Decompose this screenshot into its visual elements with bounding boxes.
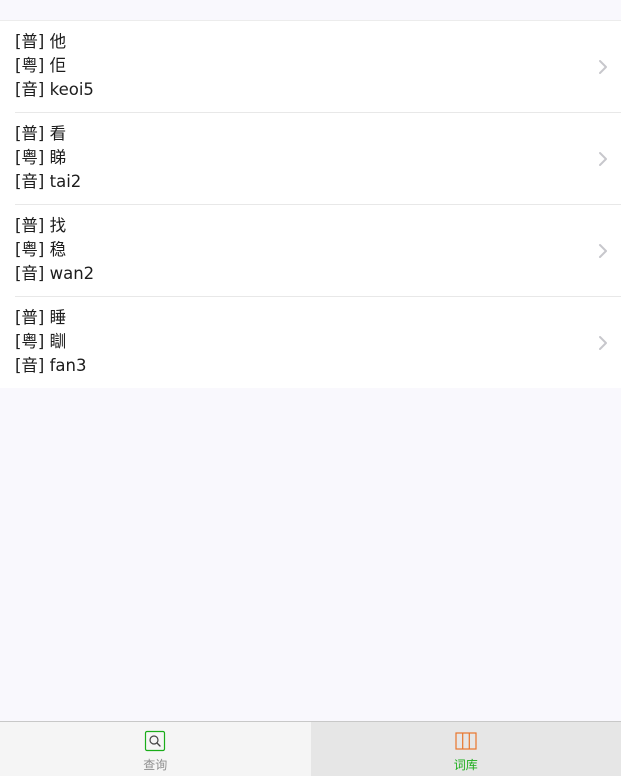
putonghua-word: [普] 睡 — [15, 308, 67, 327]
pronunciation: [音] tai2 — [15, 172, 82, 191]
cantonese-word: [粤] 瞓 — [15, 332, 67, 351]
chevron-right-icon — [599, 335, 607, 350]
pronunciation: [音] fan3 — [15, 356, 87, 375]
list-item[interactable]: [普] 他 [粤] 佢 [音] keoi5 — [0, 21, 621, 112]
search-icon — [145, 730, 166, 752]
chevron-right-icon — [599, 151, 607, 166]
putonghua-word: [普] 看 — [15, 124, 67, 143]
tab-label: 查询 — [143, 758, 168, 772]
chevron-right-icon — [599, 243, 607, 258]
cantonese-word: [粤] 睇 — [15, 148, 67, 167]
list-item[interactable]: [普] 找 [粤] 稳 [音] wan2 — [15, 204, 621, 296]
tab-library[interactable]: 词库 — [310, 722, 621, 776]
pronunciation: [音] wan2 — [15, 264, 95, 283]
chevron-right-icon — [599, 59, 607, 74]
cantonese-word: [粤] 稳 — [15, 240, 67, 259]
putonghua-word: [普] 找 — [15, 216, 67, 235]
top-strip — [0, 0, 621, 21]
pronunciation: [音] keoi5 — [15, 80, 94, 99]
library-icon — [455, 732, 477, 750]
list-item[interactable]: [普] 看 [粤] 睇 [音] tai2 — [15, 112, 621, 204]
cantonese-word: [粤] 佢 — [15, 56, 67, 75]
vocabulary-list: [普] 他 [粤] 佢 [音] keoi5 [普] 看 [粤] 睇 [音] ta… — [0, 21, 621, 388]
list-item[interactable]: [普] 睡 [粤] 瞓 [音] fan3 — [15, 296, 621, 388]
putonghua-word: [普] 他 — [15, 32, 67, 51]
tab-search[interactable]: 查询 — [0, 722, 311, 776]
tab-label: 词库 — [453, 758, 478, 772]
tab-bar: 查询 词库 — [0, 721, 621, 776]
